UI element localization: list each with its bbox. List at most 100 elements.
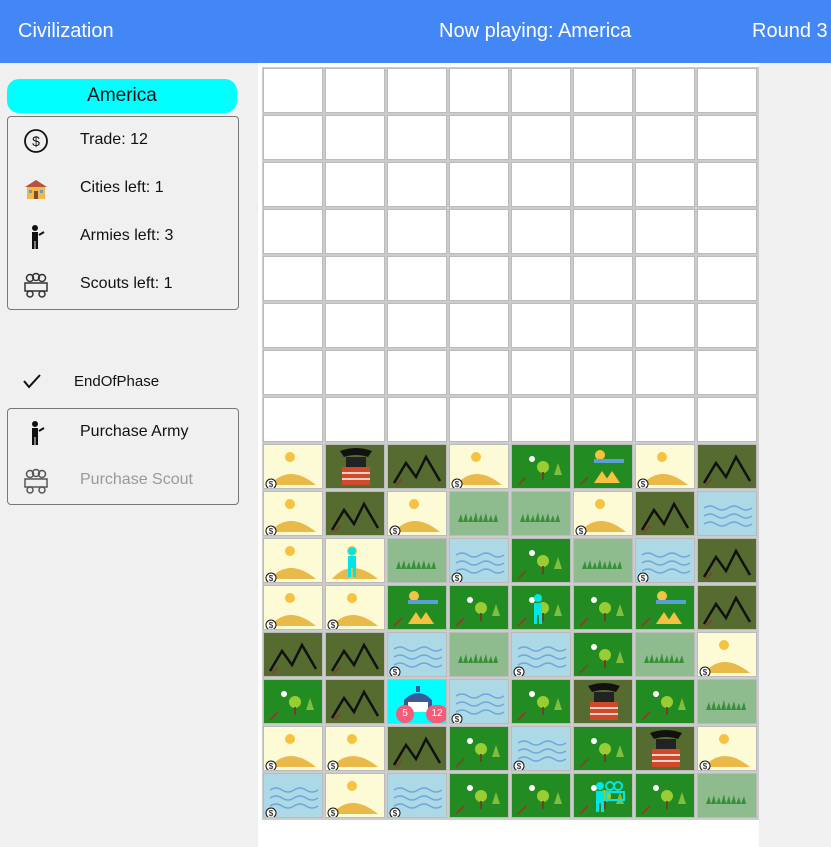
map-tile-grassland[interactable]	[387, 538, 447, 583]
map-tile-forest-scout[interactable]	[573, 773, 633, 818]
map-tile-desert[interactable]: $	[325, 773, 385, 818]
fog-tile[interactable]	[697, 256, 757, 301]
map-tile-mountain[interactable]	[325, 491, 385, 536]
fog-tile[interactable]	[325, 256, 385, 301]
map-tile-water[interactable]	[697, 491, 757, 536]
map-tile-desert-army[interactable]	[325, 538, 385, 583]
map-tile-desert[interactable]: $	[263, 538, 323, 583]
map-tile-samurai[interactable]	[325, 444, 385, 489]
fog-tile[interactable]	[635, 162, 695, 207]
fog-tile[interactable]	[511, 256, 571, 301]
fog-tile[interactable]	[449, 115, 509, 160]
map-tile-desert[interactable]: $	[449, 444, 509, 489]
purchase-scout-button[interactable]: Purchase Scout	[8, 457, 238, 505]
map-tile-desert[interactable]: $	[263, 491, 323, 536]
map-tile-forest[interactable]	[449, 585, 509, 630]
map-tile-desert[interactable]: $	[387, 491, 447, 536]
fog-tile[interactable]	[387, 350, 447, 395]
fog-tile[interactable]	[387, 303, 447, 348]
map-tile-forest[interactable]	[511, 538, 571, 583]
map-tile-forest[interactable]	[449, 726, 509, 771]
map-tile-mountain[interactable]	[325, 632, 385, 677]
map-tile-grassland[interactable]	[635, 632, 695, 677]
fog-tile[interactable]	[387, 256, 447, 301]
fog-tile[interactable]	[325, 350, 385, 395]
map-tile-desert[interactable]: $	[263, 585, 323, 630]
fog-tile[interactable]	[697, 162, 757, 207]
map-tile-forest[interactable]	[263, 679, 323, 724]
map-tile-forest[interactable]	[511, 444, 571, 489]
map-tile-desert[interactable]: $	[573, 491, 633, 536]
map-tile-desert[interactable]: $	[635, 444, 695, 489]
civ-name-button[interactable]: America	[7, 79, 237, 113]
fog-tile[interactable]	[635, 68, 695, 113]
fog-tile[interactable]	[263, 256, 323, 301]
fog-tile[interactable]	[697, 303, 757, 348]
fog-tile[interactable]	[387, 162, 447, 207]
fog-tile[interactable]	[573, 162, 633, 207]
fog-tile[interactable]	[697, 68, 757, 113]
fog-tile[interactable]	[449, 350, 509, 395]
map-tile-mountain[interactable]	[387, 444, 447, 489]
fog-tile[interactable]	[635, 115, 695, 160]
fog-tile[interactable]	[635, 303, 695, 348]
fog-tile[interactable]	[387, 115, 447, 160]
fog-tile[interactable]	[573, 256, 633, 301]
fog-tile[interactable]	[263, 397, 323, 442]
fog-tile[interactable]	[387, 397, 447, 442]
fog-tile[interactable]	[449, 303, 509, 348]
fog-tile[interactable]	[573, 115, 633, 160]
fog-tile[interactable]	[573, 350, 633, 395]
fog-tile[interactable]	[263, 162, 323, 207]
map-tile-mountain[interactable]	[697, 444, 757, 489]
fog-tile[interactable]	[387, 209, 447, 254]
map-tile-forest-army[interactable]	[511, 585, 571, 630]
fog-tile[interactable]	[635, 209, 695, 254]
map-tile-forest[interactable]	[573, 585, 633, 630]
fog-tile[interactable]	[511, 209, 571, 254]
map-tile-grassland[interactable]	[449, 632, 509, 677]
fog-tile[interactable]	[449, 162, 509, 207]
map-tile-forest[interactable]	[573, 726, 633, 771]
fog-tile[interactable]	[511, 162, 571, 207]
end-of-phase-button[interactable]: EndOfPhase	[7, 358, 239, 406]
fog-tile[interactable]	[511, 303, 571, 348]
map-tile-samurai[interactable]	[573, 679, 633, 724]
map-tile-desert[interactable]: $	[263, 444, 323, 489]
map-tile-desert[interactable]: $	[697, 726, 757, 771]
map-tile-water[interactable]: $	[263, 773, 323, 818]
fog-tile[interactable]	[449, 256, 509, 301]
map-tile-forest[interactable]	[511, 773, 571, 818]
map-tile-grassland[interactable]	[511, 491, 571, 536]
map-tile-samurai[interactable]	[635, 726, 695, 771]
map-tile-water[interactable]: $	[511, 726, 571, 771]
fog-tile[interactable]	[449, 209, 509, 254]
fog-tile[interactable]	[325, 209, 385, 254]
map-tile-grass-tent[interactable]	[635, 585, 695, 630]
fog-tile[interactable]	[635, 256, 695, 301]
fog-tile[interactable]	[635, 397, 695, 442]
map-tile-grassland[interactable]	[697, 679, 757, 724]
fog-tile[interactable]	[325, 303, 385, 348]
map-tile-grassland[interactable]	[449, 491, 509, 536]
fog-tile[interactable]	[325, 68, 385, 113]
map-tile-grassland[interactable]	[573, 538, 633, 583]
fog-tile[interactable]	[263, 209, 323, 254]
fog-tile[interactable]	[573, 303, 633, 348]
fog-tile[interactable]	[573, 68, 633, 113]
map-tile-forest[interactable]	[635, 773, 695, 818]
fog-tile[interactable]	[511, 115, 571, 160]
map-tile-water[interactable]: $	[449, 679, 509, 724]
fog-tile[interactable]	[697, 209, 757, 254]
map-tile-grass-tent[interactable]	[573, 444, 633, 489]
map-tile-desert[interactable]: $	[325, 726, 385, 771]
map-tile-grassland[interactable]	[697, 773, 757, 818]
map-tile-water[interactable]: $	[635, 538, 695, 583]
fog-tile[interactable]	[573, 209, 633, 254]
fog-tile[interactable]	[263, 303, 323, 348]
map-tile-city[interactable]: 5 12	[387, 679, 447, 724]
fog-tile[interactable]	[697, 115, 757, 160]
map-tile-grass-tent[interactable]	[387, 585, 447, 630]
map-tile-mountain[interactable]	[263, 632, 323, 677]
fog-tile[interactable]	[511, 68, 571, 113]
